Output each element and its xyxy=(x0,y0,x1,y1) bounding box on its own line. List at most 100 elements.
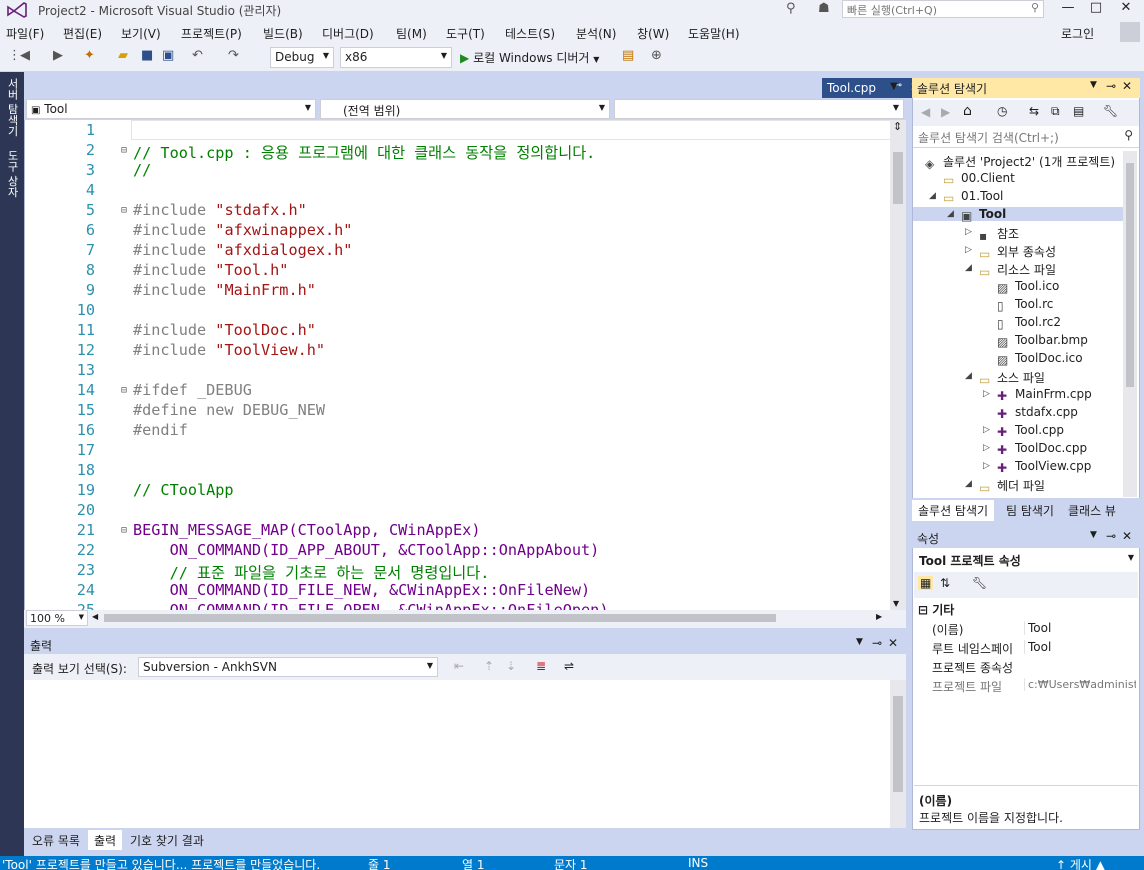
back-icon[interactable]: ◀ xyxy=(921,105,930,119)
tab-solution-explorer[interactable]: 솔루션 탐색기 xyxy=(912,500,995,521)
menu-debug[interactable]: 디버그(D) xyxy=(322,25,374,42)
pin-icon[interactable]: ⊸ xyxy=(1106,529,1116,543)
menu-analyze[interactable]: 분석(N) xyxy=(576,25,616,42)
tree-item[interactable]: ▨ Tool.ico xyxy=(997,279,1059,295)
pin-icon[interactable]: ⊸ xyxy=(1106,79,1116,93)
split-icon[interactable]: ⇕ xyxy=(893,120,902,133)
expand-toggle-icon[interactable]: ▷ xyxy=(983,443,990,453)
solution-explorer-search[interactable]: 솔루션 탐색기 검색(Ctrl+;) ⚲ xyxy=(913,126,1139,148)
tree-item[interactable]: ▪ 참조 xyxy=(979,225,1019,243)
quick-launch-input[interactable]: 빠른 실행(Ctrl+Q) ⚲ xyxy=(842,0,1044,18)
pending-changes-icon[interactable]: ◷ xyxy=(997,104,1007,118)
publish-button[interactable]: ↑ 게시 ▲ xyxy=(1056,856,1105,870)
previous-message-icon[interactable]: ⇡ xyxy=(484,659,494,673)
tree-item[interactable]: ▨ Toolbar.bmp xyxy=(997,333,1088,349)
property-pages-wrench-icon[interactable]: 🔧︎ xyxy=(972,576,987,590)
show-all-files-icon[interactable]: ▤ xyxy=(1073,104,1084,118)
tree-item[interactable]: ✚ MainFrm.cpp xyxy=(997,387,1092,403)
class-select[interactable]: ▣ Tool ▼ xyxy=(26,99,316,119)
tree-item[interactable]: ▭ 소스 파일 xyxy=(979,369,1045,387)
word-wrap-icon[interactable]: ⇌ xyxy=(564,659,574,673)
menu-project[interactable]: 프로젝트(P) xyxy=(181,25,242,42)
output-vertical-scrollbar[interactable] xyxy=(890,680,906,828)
expand-toggle-icon[interactable]: ◢ xyxy=(947,209,954,219)
tree-item[interactable]: ✚ ToolView.cpp xyxy=(997,459,1091,475)
tree-item[interactable]: ◈ 솔루션 'Project2' (1개 프로젝트) xyxy=(925,153,1115,171)
close-window-button[interactable]: ✕ xyxy=(1114,0,1138,18)
close-icon[interactable]: ✕ xyxy=(1122,79,1132,93)
account-icon[interactable]: ☗ xyxy=(818,1,830,16)
collapse-all-icon[interactable]: ⧉ xyxy=(1051,104,1060,119)
property-row[interactable]: (이름) Tool xyxy=(914,619,1138,638)
configuration-select[interactable]: Debug ▼ xyxy=(270,47,334,68)
tree-item[interactable]: ✚ ToolDoc.cpp xyxy=(997,441,1087,457)
scope-select[interactable]: (전역 범위) ▼ xyxy=(320,99,610,119)
feedback-icon[interactable]: ⚲ xyxy=(786,1,796,16)
expand-toggle-icon[interactable]: ◢ xyxy=(965,371,972,381)
scroll-thumb[interactable] xyxy=(893,152,903,204)
scroll-left-icon[interactable]: ◀ xyxy=(92,612,98,621)
undo-icon[interactable]: ↶ xyxy=(192,48,203,63)
tree-item[interactable]: ▯ Tool.rc xyxy=(997,297,1053,313)
sync-icon[interactable]: ⇆ xyxy=(1029,104,1039,118)
fold-toggle-icon[interactable]: ⊟ xyxy=(121,385,127,396)
menu-team[interactable]: 팀(M) xyxy=(396,25,427,42)
expand-toggle-icon[interactable]: ▷ xyxy=(983,425,990,435)
zoom-select[interactable]: 100 % ▼ xyxy=(26,610,88,626)
category-header[interactable]: ⊟ 기타 xyxy=(914,600,1138,618)
tree-scrollbar[interactable] xyxy=(1123,151,1137,497)
scroll-down-icon[interactable]: ▼ xyxy=(893,599,899,608)
start-debugging-button[interactable]: ▶ 로컬 Windows 디버거 ▼ xyxy=(460,49,599,66)
fold-toggle-icon[interactable]: ⊟ xyxy=(121,145,127,156)
save-icon[interactable]: ■ xyxy=(141,48,153,63)
new-project-icon[interactable]: ✦ xyxy=(84,48,95,63)
toolbox-tab[interactable]: 도구 상자 xyxy=(4,150,20,198)
find-in-files-icon[interactable]: ▤ xyxy=(622,48,634,63)
property-row[interactable]: 프로젝트 종속성 xyxy=(914,657,1138,676)
tree-item[interactable]: ✚ Tool.cpp xyxy=(997,423,1064,439)
tree-item[interactable]: ▣ Tool xyxy=(913,207,1123,223)
property-row[interactable]: 루트 네임스페이 Tool xyxy=(914,638,1138,657)
expand-toggle-icon[interactable]: ▷ xyxy=(983,389,990,399)
tab-team-explorer[interactable]: 팀 탐색기 xyxy=(1000,500,1060,521)
next-message-icon[interactable]: ⇣ xyxy=(506,659,516,673)
expand-toggle-icon[interactable]: ▷ xyxy=(965,245,972,255)
menu-window[interactable]: 창(W) xyxy=(637,25,669,42)
tab-error-list[interactable]: 오류 목록 xyxy=(26,830,86,850)
properties-object-select[interactable]: Tool 프로젝트 속성 ▼ xyxy=(914,550,1138,570)
expand-toggle-icon[interactable]: ◢ xyxy=(965,263,972,273)
menu-file[interactable]: 파일(F) xyxy=(6,25,44,42)
dropdown-icon[interactable]: ▼ xyxy=(1090,80,1097,90)
tab-output[interactable]: 출력 xyxy=(88,830,123,850)
forward-icon[interactable]: ▶ xyxy=(53,48,63,63)
menu-view[interactable]: 보기(V) xyxy=(121,25,161,42)
editor-vertical-scrollbar[interactable]: ⇕ ▼ xyxy=(890,120,906,610)
forward-icon[interactable]: ▶ xyxy=(941,105,950,119)
fold-toggle-icon[interactable]: ⊟ xyxy=(121,205,127,216)
properties-wrench-icon[interactable]: 🔧︎ xyxy=(1103,104,1118,118)
back-icon[interactable]: ◀ xyxy=(20,48,30,63)
menu-edit[interactable]: 편집(E) xyxy=(63,25,102,42)
tree-item[interactable]: ▭ 리소스 파일 xyxy=(979,261,1056,279)
menu-test[interactable]: 테스트(S) xyxy=(505,25,555,42)
tab-class-view[interactable]: 클래스 뷰 xyxy=(1062,500,1122,521)
scroll-right-icon[interactable]: ▶ xyxy=(876,612,882,621)
home-icon[interactable]: ⌂ xyxy=(963,103,972,119)
tree-item[interactable]: ▯ Tool.rc2 xyxy=(997,315,1061,331)
dropdown-icon[interactable]: ▼ xyxy=(856,637,863,647)
find-message-icon[interactable]: ⇤ xyxy=(454,659,464,673)
categorized-icon[interactable]: ▦ xyxy=(918,576,934,590)
dropdown-icon[interactable]: ▼ xyxy=(1090,530,1097,540)
expand-toggle-icon[interactable]: ▷ xyxy=(965,227,972,237)
alphabetical-icon[interactable]: ⇅ xyxy=(940,576,950,590)
scroll-thumb[interactable] xyxy=(893,696,903,792)
close-icon[interactable]: ✕ xyxy=(1122,529,1132,543)
code-editor[interactable]: 1 2 ⊟// Tool.cpp : 응용 프로그램에 대한 클래스 동작을 정의합… xyxy=(24,120,890,610)
maximize-button[interactable]: □ xyxy=(1084,0,1108,18)
expand-toggle-icon[interactable]: ▷ xyxy=(983,461,990,471)
redo-icon[interactable]: ↷ xyxy=(228,48,239,63)
tab-find-symbol-results[interactable]: 기호 찾기 결과 xyxy=(124,830,210,850)
minimize-button[interactable]: — xyxy=(1056,0,1080,18)
tab-dropdown-icon[interactable]: ▼ xyxy=(890,81,898,92)
tree-item[interactable]: ✚ stdafx.cpp xyxy=(997,405,1078,421)
